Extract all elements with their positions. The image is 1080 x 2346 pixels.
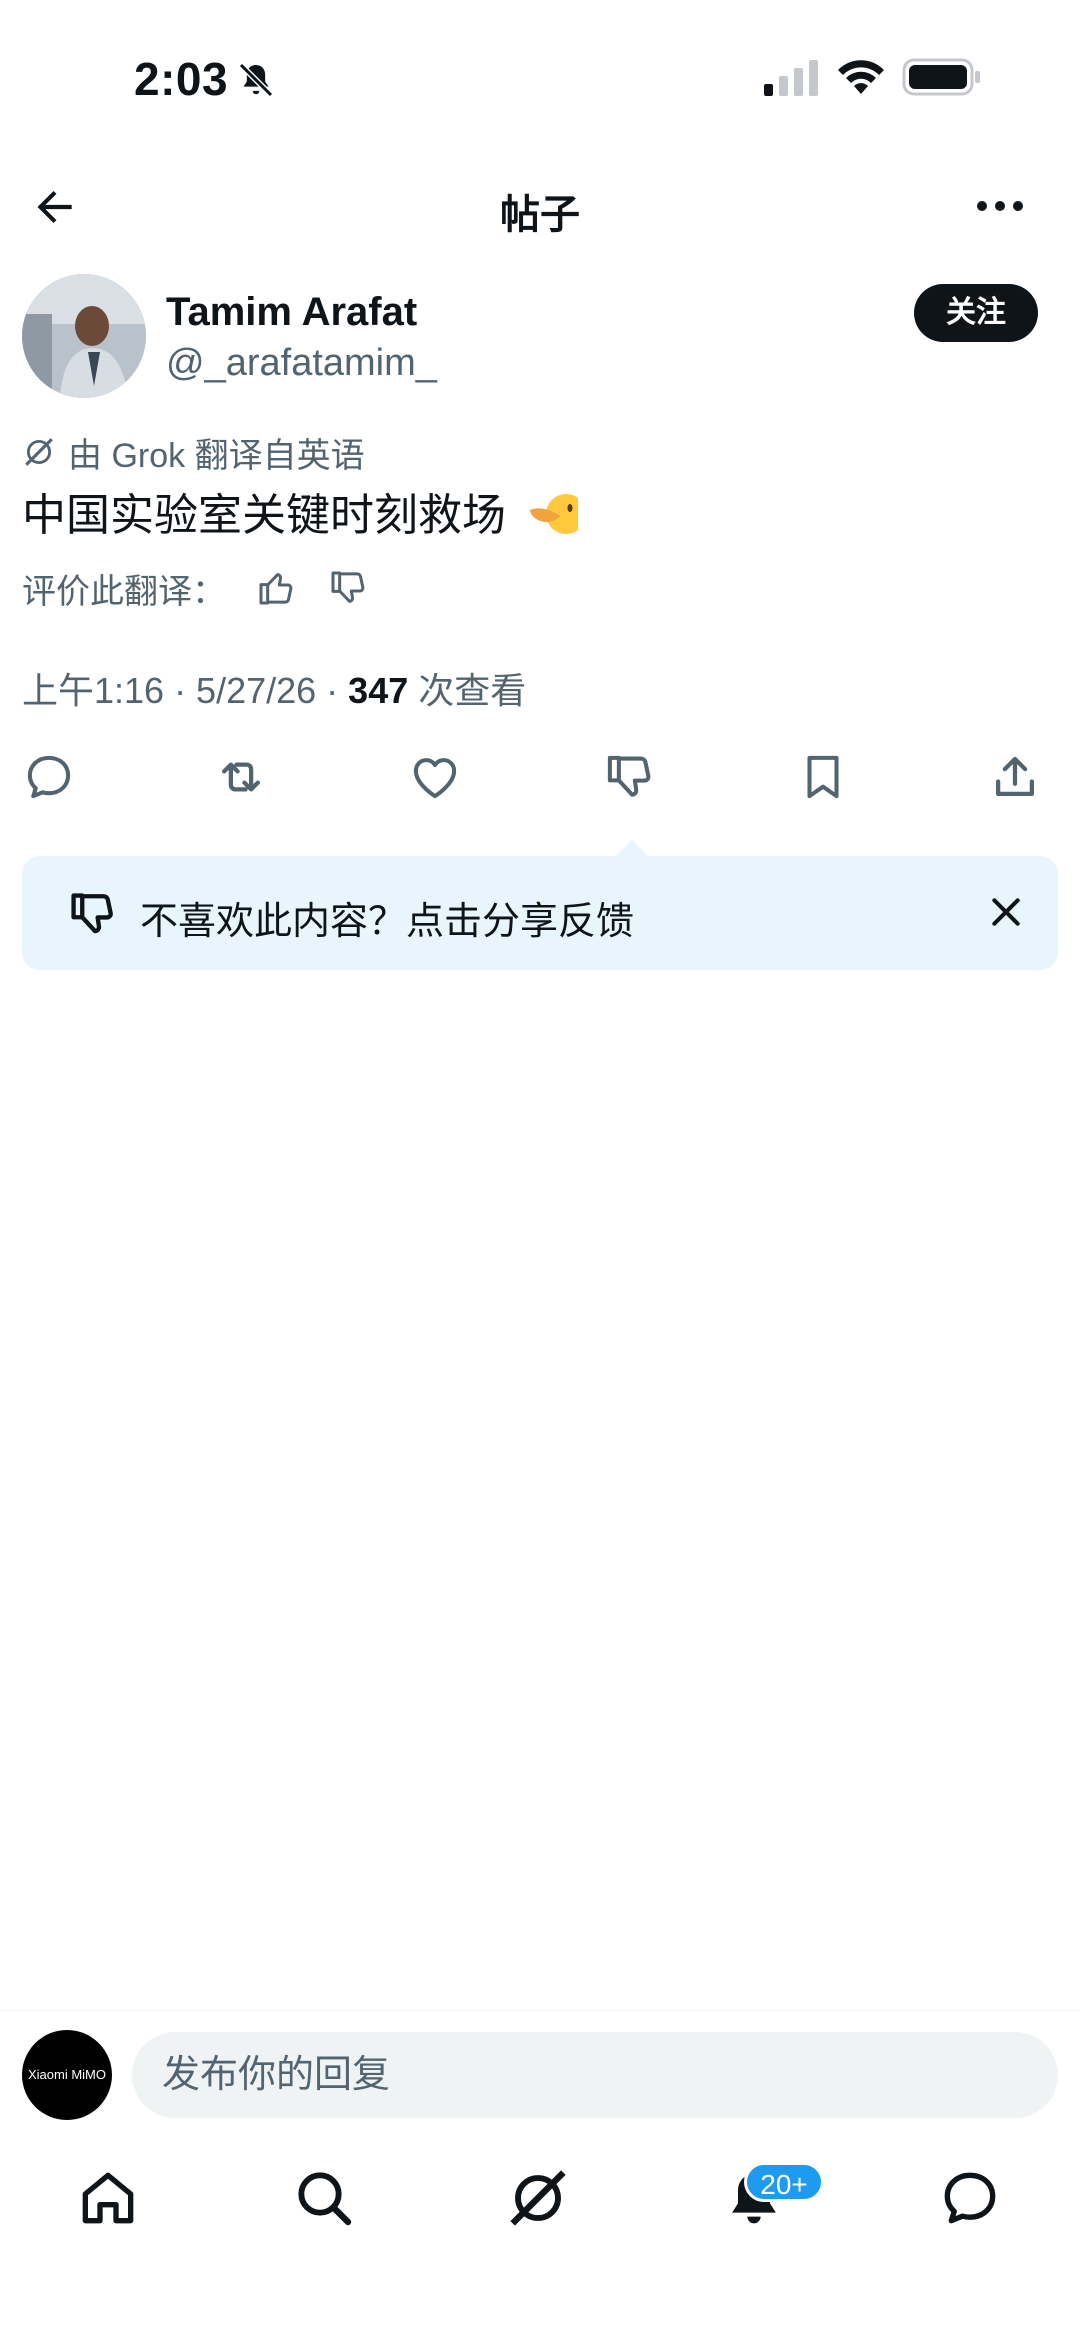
- translation-info[interactable]: 由 Grok 翻译自英语: [22, 430, 365, 475]
- author-name[interactable]: Tamim Arafat: [166, 290, 417, 335]
- home-icon[interactable]: [76, 2166, 140, 2230]
- top-header: 帖子: [0, 160, 1080, 252]
- post-actions: [22, 746, 1042, 806]
- close-icon[interactable]: [986, 892, 1026, 932]
- dislike-icon[interactable]: [602, 750, 656, 804]
- like-heart-icon[interactable]: [408, 750, 462, 804]
- reply-input[interactable]: [132, 2032, 1058, 2118]
- post-text-content: 中国实验室关键时刻救场: [22, 491, 506, 540]
- reply-icon[interactable]: [22, 750, 76, 804]
- feedback-text: 不喜欢此内容？点击分享反馈: [140, 901, 635, 943]
- battery-icon: [902, 58, 980, 96]
- author-avatar[interactable]: [22, 274, 146, 398]
- dislike-icon: [71, 893, 113, 934]
- grok-icon: [25, 438, 53, 466]
- page-title: 帖子: [500, 193, 580, 237]
- post-detail-screen: 2:03 帖子 Tamim Arafat @_arafatamim_ 关注 由 …: [0, 0, 1080, 2346]
- post-text: 中国实验室关键时刻救场: [22, 490, 579, 542]
- cellular-signal-icon: [764, 60, 818, 96]
- bookmark-icon[interactable]: [796, 750, 850, 804]
- hand-over-mouth-emoji-icon: [530, 494, 579, 534]
- view-count[interactable]: 347: [348, 670, 408, 711]
- rate-translation: 评价此翻译：: [22, 564, 400, 612]
- thumbs-up-icon[interactable]: [256, 568, 296, 608]
- author-photo: [22, 274, 146, 398]
- post-meta: 上午1:16 · 5/27/26 · 347 次查看: [22, 662, 526, 714]
- status-bar: 2:03: [0, 0, 1080, 160]
- more-options-icon[interactable]: [972, 184, 1028, 228]
- rate-translation-label: 评价此翻译：: [22, 572, 226, 611]
- status-time: 2:03: [134, 53, 229, 105]
- thumbs-down-icon[interactable]: [328, 568, 368, 608]
- divider: [0, 2010, 1080, 2011]
- repost-icon[interactable]: [214, 750, 268, 804]
- follow-button[interactable]: 关注: [914, 284, 1038, 342]
- post-timestamp: 上午1:16 · 5/27/26 ·: [22, 670, 349, 711]
- views-label: 次查看: [408, 670, 527, 711]
- author-handle[interactable]: @_arafatamim_: [166, 342, 437, 385]
- grok-icon[interactable]: [506, 2166, 570, 2230]
- share-icon[interactable]: [988, 750, 1042, 804]
- messages-icon[interactable]: [938, 2166, 1002, 2230]
- search-icon[interactable]: [292, 2166, 356, 2230]
- bell-muted-icon: [238, 62, 274, 98]
- my-avatar[interactable]: Xiaomi MiMO: [22, 2030, 112, 2120]
- wifi-icon: [838, 60, 884, 94]
- feedback-callout[interactable]: 不喜欢此内容？点击分享反馈: [22, 856, 1058, 970]
- translation-label: 由 Grok 翻译自英语: [68, 436, 365, 475]
- bottom-nav: 20+: [0, 2150, 1080, 2270]
- notification-badge: 20+: [744, 2162, 824, 2202]
